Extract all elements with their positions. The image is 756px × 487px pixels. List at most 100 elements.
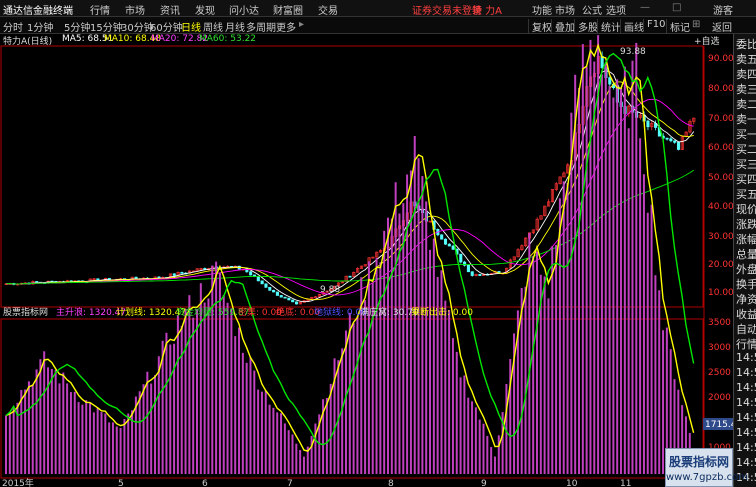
indicator-bar xyxy=(432,238,435,474)
price-tick: 80.00 xyxy=(708,84,733,94)
menu-item-ask[interactable]: 问小达 xyxy=(229,2,259,17)
sidebar-item[interactable]: 卖二 xyxy=(736,96,756,112)
user-label[interactable]: 游客 xyxy=(713,2,733,17)
candle-body xyxy=(283,296,287,299)
candle-body xyxy=(272,289,276,293)
sidebar-item[interactable]: 换手 xyxy=(736,276,756,292)
indicator-bar xyxy=(226,302,229,474)
price-tick: 20.00 xyxy=(708,260,733,270)
menu-item-news[interactable]: 资讯 xyxy=(160,2,180,17)
period-30min[interactable]: 30分钟 xyxy=(121,19,154,34)
price-tick: 70.00 xyxy=(708,114,733,124)
sidebar-item[interactable]: 自动 xyxy=(736,321,756,337)
sidebar-item[interactable]: 买四 xyxy=(736,171,756,187)
app-title: 通达信金融终端 xyxy=(3,6,73,17)
indicator-bar xyxy=(96,407,99,474)
minimize-icon[interactable]: — xyxy=(640,2,650,13)
period-multi[interactable]: 多周期 xyxy=(246,19,276,34)
maximize-icon[interactable]: □ xyxy=(672,2,681,13)
candle-body xyxy=(256,276,260,282)
chart-canvas: 90.00 80.00 70.00 60.00 50.00 40.00 30.0… xyxy=(0,35,733,487)
period-daily[interactable]: 日线 xyxy=(181,19,201,34)
indicator-bar xyxy=(616,79,619,474)
period-15min[interactable]: 15分钟 xyxy=(90,19,123,34)
sidebar-item[interactable]: 卖五 xyxy=(736,51,756,67)
sidebar-item[interactable]: 14:50 xyxy=(736,411,756,424)
candle-body xyxy=(646,120,650,128)
menu-market-r[interactable]: 市场 xyxy=(555,2,575,17)
price-axis: 90.00 80.00 70.00 60.00 50.00 40.00 30.0… xyxy=(708,54,733,298)
menu-item-trade[interactable]: 交易 xyxy=(318,2,338,17)
period-60min[interactable]: 60分钟 xyxy=(150,19,183,34)
indicator-bar xyxy=(375,258,378,474)
tool-mark[interactable]: 标记 xyxy=(666,19,693,34)
sidebar-item[interactable]: 卖四 xyxy=(736,66,756,82)
sidebar-item[interactable]: 买三 xyxy=(736,156,756,172)
indicator-bar xyxy=(188,295,191,474)
sidebar-item[interactable]: 14:50 xyxy=(736,456,756,469)
indicator-bar xyxy=(440,270,443,474)
sidebar-item[interactable]: 净资 xyxy=(736,291,756,307)
candle-body xyxy=(451,245,455,250)
indicator-bar xyxy=(207,298,210,474)
tool-expand-icon[interactable]: ⊞ xyxy=(692,19,700,30)
sidebar-item[interactable]: 14:50 xyxy=(736,351,756,364)
indicator-bar xyxy=(463,375,466,474)
sidebar-item[interactable]: 委比 xyxy=(736,36,756,52)
sidebar-item[interactable]: 卖一 xyxy=(736,111,756,127)
sidebar-item[interactable]: 14:50 xyxy=(736,381,756,394)
period-5min[interactable]: 5分钟 xyxy=(64,19,90,34)
indicator-bar xyxy=(364,300,367,474)
menu-function[interactable]: 功能 xyxy=(532,2,552,17)
ind-tick: 3500 xyxy=(708,318,731,328)
candle-body xyxy=(665,137,669,140)
period-weekly[interactable]: 周线 xyxy=(203,19,223,34)
indicator-bar xyxy=(658,290,661,474)
period-monthly[interactable]: 月线 xyxy=(225,19,245,34)
sidebar-item[interactable]: 14:50 xyxy=(736,426,756,439)
back-button[interactable]: 返回 xyxy=(712,19,732,34)
sidebar-item[interactable]: 涨跌 xyxy=(736,216,756,232)
menu-item-markets[interactable]: 市场 xyxy=(125,2,145,17)
sidebar-item[interactable]: 卖三 xyxy=(736,81,756,97)
candle-body xyxy=(275,291,279,296)
candle-body xyxy=(676,142,681,150)
sidebar-item[interactable]: 买五 xyxy=(736,186,756,202)
sidebar-item[interactable]: 外盘 xyxy=(736,261,756,277)
tool-f10[interactable]: F10 xyxy=(643,19,668,30)
indicator-bar xyxy=(111,422,114,474)
sidebar-item[interactable]: 14:50 xyxy=(736,366,756,379)
sidebar-item[interactable]: 买二 xyxy=(736,141,756,157)
indicator-name[interactable]: 股票指标网 xyxy=(3,305,48,318)
indicator-bar xyxy=(352,323,355,474)
indicator-bar xyxy=(142,384,145,474)
period-1min[interactable]: 1分钟 xyxy=(27,19,53,34)
menu-options[interactable]: 选项 xyxy=(606,2,626,17)
ind-tick: 3000 xyxy=(708,343,731,353)
indicator-bar xyxy=(448,309,451,474)
sidebar-item[interactable]: 买一 xyxy=(736,126,756,142)
sidebar-item[interactable]: 现价 xyxy=(736,201,756,217)
indicator-bar xyxy=(264,390,267,474)
menu-item-market[interactable]: 行情 xyxy=(90,2,110,17)
menu-formula[interactable]: 公式 xyxy=(582,2,602,17)
sidebar-item[interactable]: 总量 xyxy=(736,246,756,262)
candle-body xyxy=(35,281,39,283)
indicator-bar xyxy=(310,435,313,474)
indicator-bar xyxy=(478,419,481,474)
period-tick[interactable]: 分时 xyxy=(3,19,23,34)
indicator-bar xyxy=(555,244,558,474)
sidebar-item[interactable]: 14:50 xyxy=(736,396,756,409)
more-icon[interactable]: ▸ xyxy=(299,19,304,30)
candle-body xyxy=(459,253,463,263)
candle-body xyxy=(291,299,295,303)
period-more[interactable]: 更多 xyxy=(276,19,296,34)
sidebar-item[interactable]: 行情 xyxy=(736,336,756,352)
indicator-bar xyxy=(490,447,493,474)
sidebar-item[interactable]: 涨幅 xyxy=(736,231,756,247)
sidebar-item[interactable]: 14:50 xyxy=(736,441,756,454)
sidebar-item[interactable]: 收益 xyxy=(736,306,756,322)
indicator-bar xyxy=(532,256,535,474)
menu-item-discover[interactable]: 发现 xyxy=(195,2,215,17)
menu-item-wealth[interactable]: 财富圈 xyxy=(273,2,303,17)
